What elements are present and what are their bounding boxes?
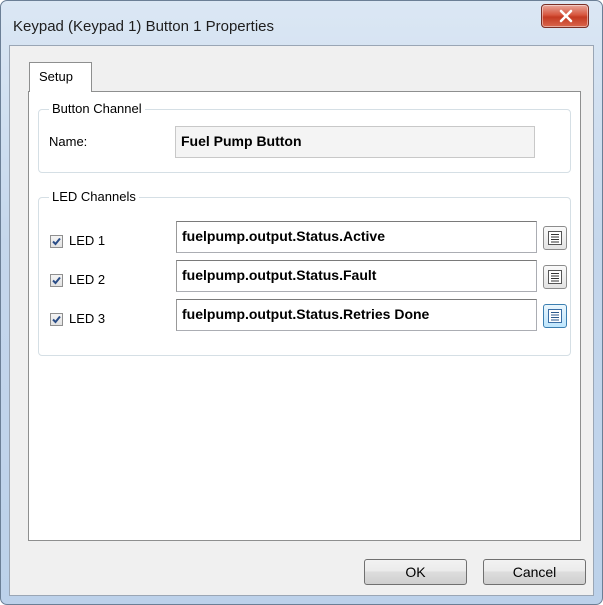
tab-setup[interactable]: Setup bbox=[29, 62, 92, 92]
checkmark-icon bbox=[52, 237, 61, 246]
led-3-channel-field[interactable]: fuelpump.output.Status.Retries Done bbox=[176, 299, 537, 331]
led-3-checkbox[interactable] bbox=[50, 313, 63, 326]
tab-setup-label: Setup bbox=[39, 69, 73, 84]
button-channel-legend: Button Channel bbox=[49, 101, 145, 116]
checkmark-icon bbox=[52, 315, 61, 324]
properties-dialog: Keypad (Keypad 1) Button 1 Properties Se… bbox=[0, 0, 603, 605]
close-button[interactable] bbox=[541, 4, 589, 28]
led-2-checkbox[interactable] bbox=[50, 274, 63, 287]
led-channels-legend: LED Channels bbox=[49, 189, 139, 204]
window-title: Keypad (Keypad 1) Button 1 Properties bbox=[13, 18, 274, 35]
led-1-channel-field[interactable]: fuelpump.output.Status.Active bbox=[176, 221, 537, 253]
setup-tab-panel: Button Channel Name: Fuel Pump Button LE… bbox=[28, 91, 581, 541]
led-1-label: LED 1 bbox=[69, 233, 106, 248]
ok-button[interactable]: OK bbox=[364, 559, 467, 585]
name-field[interactable]: Fuel Pump Button bbox=[175, 126, 535, 158]
list-icon bbox=[548, 231, 562, 245]
cancel-button[interactable]: Cancel bbox=[483, 559, 586, 585]
checkmark-icon bbox=[52, 276, 61, 285]
led-2-browse-button[interactable] bbox=[543, 265, 567, 289]
dialog-body: Setup Button Channel Name: Fuel Pump But… bbox=[9, 45, 594, 596]
button-channel-group: Button Channel Name: Fuel Pump Button bbox=[38, 101, 571, 173]
title-bar[interactable]: Keypad (Keypad 1) Button 1 Properties bbox=[1, 1, 602, 45]
close-icon bbox=[559, 9, 573, 23]
led-2-channel-field[interactable]: fuelpump.output.Status.Fault bbox=[176, 260, 537, 292]
led-1-browse-button[interactable] bbox=[543, 226, 567, 250]
led-channels-group: LED Channels LED 1 fuelpump.output.Statu… bbox=[38, 189, 571, 356]
name-label: Name: bbox=[49, 134, 88, 149]
list-icon bbox=[548, 270, 562, 284]
led-2-label: LED 2 bbox=[69, 272, 106, 287]
list-icon bbox=[548, 309, 562, 323]
led-3-label: LED 3 bbox=[69, 311, 106, 326]
led-1-checkbox[interactable] bbox=[50, 235, 63, 248]
led-3-browse-button[interactable] bbox=[543, 304, 567, 328]
